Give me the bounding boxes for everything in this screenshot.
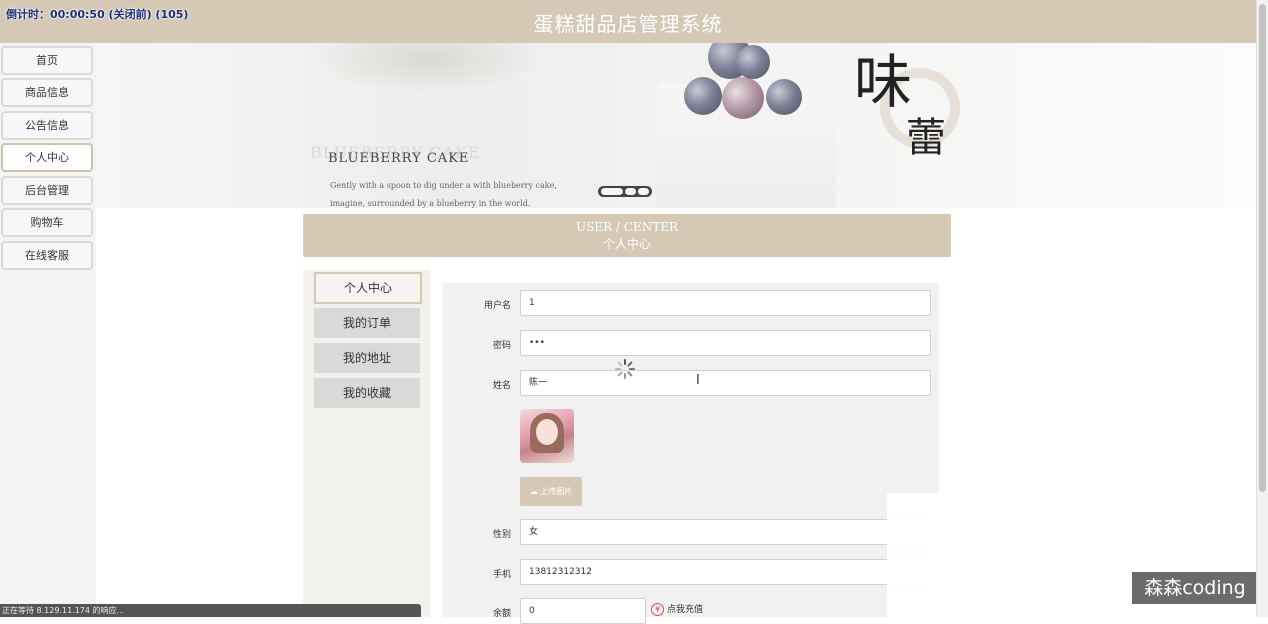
banner-title: BLUEBERRY CAKE	[328, 151, 470, 166]
banner-blur	[306, 43, 546, 93]
avatar-image	[520, 409, 574, 463]
carousel-dot[interactable]	[625, 188, 636, 195]
nav-support-button[interactable]: 在线客服	[1, 241, 93, 270]
name-input[interactable]: 陈一	[520, 370, 931, 396]
upload-image-button[interactable]: ☁ 上传图片	[520, 477, 582, 506]
carousel-dot-active[interactable]	[601, 188, 623, 195]
page-scrollbar[interactable]	[1256, 0, 1268, 617]
scrollbar-thumb[interactable]	[1259, 4, 1266, 492]
nav-home-button[interactable]: 首页	[1, 46, 93, 75]
balance-label: 余额	[492, 609, 511, 619]
username-input[interactable]: 1	[520, 290, 931, 316]
recharge-label: 点我充值	[667, 605, 704, 615]
balance-input[interactable]: 0	[520, 598, 646, 624]
section-title-cn: 个人中心	[602, 237, 651, 251]
left-nav: 首页 商品信息 公告信息 个人中心 后台管理 购物车 在线客服	[0, 43, 96, 617]
banner-tagline-line-2: imagine, surrounded by a blueberry in th…	[330, 199, 531, 208]
phone-label: 手机	[492, 570, 511, 580]
cloud-upload-icon: ☁	[529, 487, 538, 496]
password-input[interactable]: •••	[520, 330, 931, 356]
blueberry	[766, 79, 802, 115]
app-title: 蛋糕甜品店管理系统	[533, 12, 723, 36]
gender-select[interactable]: 女	[520, 519, 931, 545]
watermark: 森森coding	[1132, 572, 1258, 604]
avatar-face	[536, 419, 558, 445]
section-title-en: USER / CENTER	[575, 220, 679, 234]
text-cursor-icon: I	[696, 373, 700, 388]
nav-cart-button[interactable]: 购物车	[1, 208, 93, 237]
submenu-my-orders[interactable]: 我的订单	[314, 308, 420, 338]
blueberry	[722, 77, 764, 119]
carousel-indicators	[598, 186, 652, 197]
profile-form: 用户名 1 密码 ••• 姓名 陈一 ☁ 上传图片 性别 女 手机 138123…	[443, 283, 939, 624]
username-label: 用户名	[483, 301, 511, 311]
loading-spinner-icon	[615, 359, 635, 379]
nav-notices-button[interactable]: 公告信息	[1, 111, 93, 140]
banner-tagline-line-1: Gently with a spoon to dig under a with …	[330, 181, 557, 190]
banner-char-1: 味	[854, 48, 913, 116]
carousel-dot[interactable]	[638, 188, 649, 195]
nav-user-center-button[interactable]: 个人中心	[1, 143, 93, 172]
submenu-my-favorites[interactable]: 我的收藏	[314, 378, 420, 408]
browser-status-bar: 正在等待 8.129.11.174 的响应...	[0, 604, 421, 617]
banner-tagline: Gently with a spoon to dig under a with …	[330, 177, 557, 208]
submenu-my-address[interactable]: 我的地址	[314, 343, 420, 373]
blueberry	[684, 77, 722, 115]
name-label: 姓名	[492, 381, 511, 391]
recharge-link[interactable]: ¥ 点我充值	[651, 602, 703, 616]
submenu-user-center[interactable]: 个人中心	[314, 272, 422, 304]
nav-admin-button[interactable]: 后台管理	[1, 176, 93, 205]
yen-icon: ¥	[651, 603, 664, 616]
banner-carousel[interactable]: 味 蕾 BLUEBERRY CAKE BLUEBERRY CAKE Gently…	[96, 43, 1256, 208]
gender-label: 性别	[492, 530, 511, 540]
top-header: 倒计时：00:00:50 (关闭前) (105) 蛋糕甜品店管理系统	[0, 0, 1256, 43]
password-label: 密码	[492, 341, 511, 351]
upload-button-label: 上传图片	[540, 487, 573, 496]
section-header: USER / CENTER 个人中心	[303, 214, 951, 257]
nav-products-button[interactable]: 商品信息	[1, 78, 93, 107]
blueberry	[736, 45, 770, 79]
banner-char-2: 蕾	[906, 115, 946, 161]
user-center-menu: 个人中心 我的订单 我的地址 我的收藏	[303, 270, 430, 617]
phone-input[interactable]: 13812312312	[520, 559, 931, 585]
